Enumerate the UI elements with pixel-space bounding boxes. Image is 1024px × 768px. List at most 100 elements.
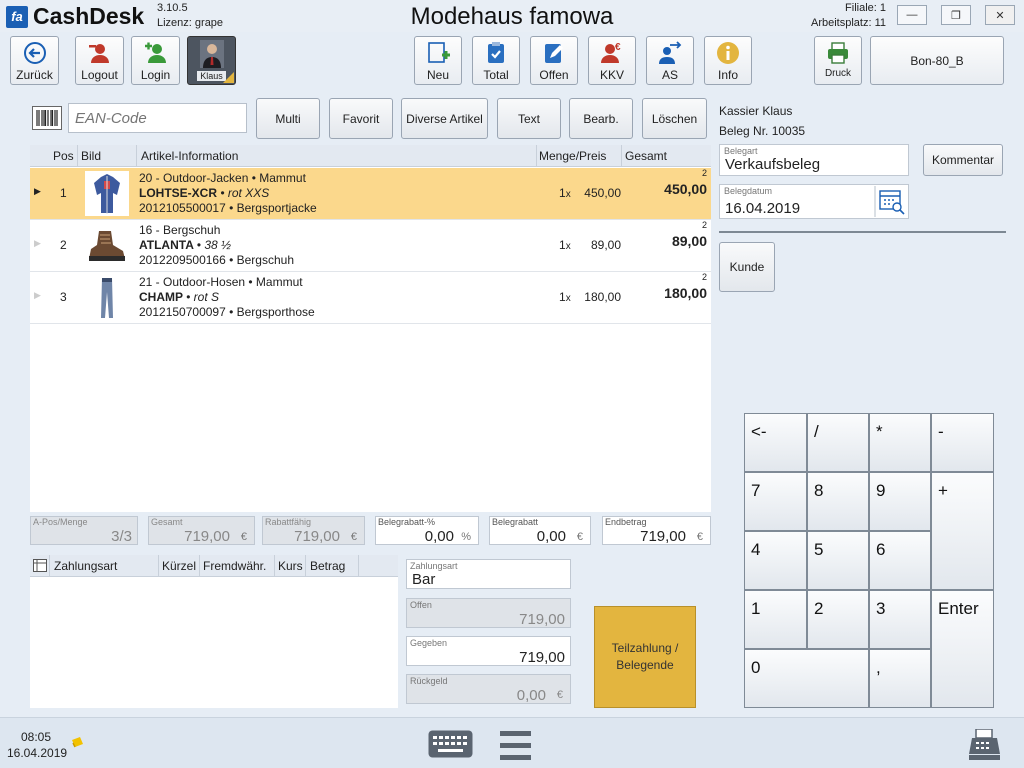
col-kurs[interactable]: Kurs [278, 559, 303, 573]
diverse-artikel-button[interactable]: Diverse Artikel [401, 98, 488, 139]
row-variant: • rot XXS [220, 186, 270, 200]
table-row[interactable]: ▶ 2 16 - Bergschuh ATLANTA • 38 ½ 201220… [30, 220, 711, 272]
row-category: 20 - Outdoor-Jacken • Mammut [139, 171, 306, 185]
rueckgeld-field: Rückgeld 0,00 € [406, 674, 571, 704]
pants-icon [85, 275, 129, 320]
rabattfaehig-value: 719,00 [294, 528, 340, 545]
table-row[interactable]: ▶ 1 20 - Outdoor-Jacken • Mammut LOHTSE-… [30, 168, 711, 220]
belegart-field[interactable]: Belegart Verkaufsbeleg [719, 144, 909, 176]
app-name: CashDesk [33, 3, 145, 29]
druck-button[interactable]: Druck [814, 36, 862, 85]
key-4[interactable]: 4 [744, 531, 807, 590]
gesamt-value: 719,00 [184, 528, 230, 545]
key-0[interactable]: 0 [744, 649, 869, 708]
col-kuerzel[interactable]: Kürzel [162, 559, 196, 573]
col-pos[interactable]: Pos [53, 149, 74, 163]
key-minus[interactable]: - [931, 413, 994, 472]
col-fremdwaehr[interactable]: Fremdwähr. [203, 559, 266, 573]
printer-select-button[interactable]: Bon-80_B [870, 36, 1004, 85]
key-5[interactable]: 5 [807, 531, 869, 590]
info-button[interactable]: Info [704, 36, 752, 85]
col-artikel-information[interactable]: Artikel-Information [141, 149, 238, 163]
col-betrag[interactable]: Betrag [310, 559, 345, 573]
info-icon [717, 42, 739, 64]
minimize-icon: — [897, 5, 927, 25]
minimize-button[interactable]: — [890, 0, 934, 30]
cash-register-icon[interactable] [968, 729, 1001, 761]
offen-field: Offen 719,00 [406, 598, 571, 628]
as-button[interactable]: AS [646, 36, 694, 85]
endbetrag-field[interactable]: Endbetrag 719,00 € [602, 516, 711, 545]
belegart-value: Verkaufsbeleg [725, 156, 821, 173]
key-comma[interactable]: , [869, 649, 931, 708]
article-table: Pos Bild Artikel-Information Menge/Preis… [30, 145, 711, 512]
info-label: Info [717, 68, 738, 82]
logout-button[interactable]: Logout [75, 36, 124, 85]
col-gesamt[interactable]: Gesamt [625, 149, 667, 163]
kommentar-button[interactable]: Kommentar [923, 144, 1003, 176]
apos-menge-field: A-Pos/Menge 3/3 [30, 516, 138, 545]
belegrabatt-pct-field[interactable]: Belegrabatt-% 0,00 % [375, 516, 479, 545]
table-row[interactable]: ▶ 3 21 - Outdoor-Hosen • Mammut CHAMP • … [30, 272, 711, 324]
multi-button[interactable]: Multi [256, 98, 320, 139]
close-icon: ✕ [985, 5, 1015, 25]
row-variant: • 38 ½ [196, 238, 232, 252]
rueckgeld-value: 0,00 [516, 687, 546, 704]
endbetrag-value: 719,00 [640, 528, 686, 545]
key-enter[interactable]: Enter [931, 590, 994, 708]
column-chooser-icon[interactable] [33, 559, 47, 572]
col-zahlungsart[interactable]: Zahlungsart [54, 559, 117, 573]
logout-label: Logout [81, 68, 118, 82]
key-multiply[interactable]: * [869, 413, 931, 472]
teilzahlung-belegende-button[interactable]: Teilzahlung / Belegende [594, 606, 696, 708]
favorit-button[interactable]: Favorit [329, 98, 393, 139]
key-3[interactable]: 3 [869, 590, 931, 649]
back-button[interactable]: Zurück [10, 36, 59, 85]
belegdatum-field[interactable]: Belegdatum 16.04.2019 [719, 184, 909, 219]
keyboard-icon[interactable] [428, 730, 473, 758]
bearb-button[interactable]: Bearb. [569, 98, 633, 139]
row-badge: 2 [701, 272, 707, 282]
key-9[interactable]: 9 [869, 472, 931, 531]
close-button[interactable]: ✕ [978, 0, 1022, 30]
kunde-button[interactable]: Kunde [719, 242, 775, 292]
row-total: 89,00 [671, 233, 707, 249]
kkv-button[interactable]: € KKV [588, 36, 636, 85]
clipboard-check-icon [488, 42, 504, 63]
gegeben-field[interactable]: Gegeben 719,00 [406, 636, 571, 666]
total-button[interactable]: Total [472, 36, 520, 85]
key-1[interactable]: 1 [744, 590, 807, 649]
col-menge-preis[interactable]: Menge/Preis [539, 149, 606, 163]
separator [719, 231, 1006, 233]
row-qty: 1x [559, 238, 571, 252]
belegrabatt-field[interactable]: Belegrabatt 0,00 € [489, 516, 591, 545]
row-price: 450,00 [584, 186, 621, 200]
key-8[interactable]: 8 [807, 472, 869, 531]
loeschen-button[interactable]: Löschen [642, 98, 707, 139]
zahlungsart-field[interactable]: Zahlungsart Bar [406, 559, 571, 589]
maximize-icon: ❐ [941, 5, 971, 25]
key-plus[interactable]: + [931, 472, 994, 590]
notification-icon[interactable] [70, 736, 84, 748]
ean-code-input[interactable] [68, 103, 247, 133]
key-backspace[interactable]: <- [744, 413, 807, 472]
barcode-icon[interactable] [32, 106, 62, 130]
menu-icon[interactable] [500, 731, 531, 760]
key-7[interactable]: 7 [744, 472, 807, 531]
user-klaus-button[interactable]: Klaus [187, 36, 236, 85]
col-bild[interactable]: Bild [81, 149, 101, 163]
row-price: 89,00 [590, 238, 621, 252]
login-button[interactable]: Login [131, 36, 180, 85]
maximize-button[interactable]: ❐ [934, 0, 978, 30]
key-6[interactable]: 6 [869, 531, 931, 590]
key-divide[interactable]: / [807, 413, 869, 472]
offen-button[interactable]: Offen [530, 36, 578, 85]
row-pos: 2 [60, 238, 67, 252]
neu-button[interactable]: Neu [414, 36, 462, 85]
row-pos: 1 [60, 186, 67, 200]
calendar-icon[interactable] [874, 186, 908, 217]
gegeben-value: 719,00 [519, 649, 565, 666]
license-label: Lizenz: grape [157, 17, 224, 29]
text-button[interactable]: Text [497, 98, 561, 139]
key-2[interactable]: 2 [807, 590, 869, 649]
